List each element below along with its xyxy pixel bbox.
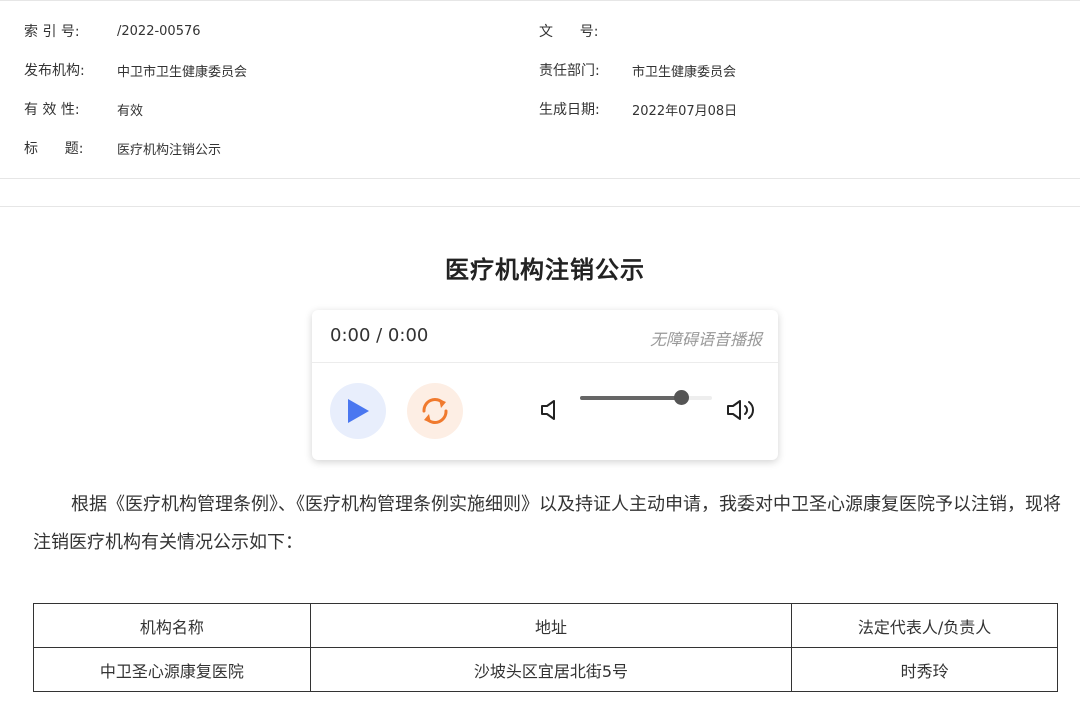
date-label: 生成日期: xyxy=(539,102,600,118)
table-header-cell: 地址 xyxy=(309,603,793,648)
index-label: 索 引 号: xyxy=(24,24,80,40)
table-header-row: 机构名称 地址 法定代表人/负责人 xyxy=(33,603,1058,648)
volume-low-icon[interactable] xyxy=(540,398,562,422)
table-cell: 沙坡头区宜居北街5号 xyxy=(309,647,793,692)
date-value: 2022年07月08日 xyxy=(632,103,738,119)
meta-row: 标 题: 医疗机构注销公示 xyxy=(0,138,1080,158)
publisher-value: 中卫市卫生健康委员会 xyxy=(117,64,248,80)
play-button[interactable] xyxy=(330,383,386,439)
title-label: 标 题: xyxy=(24,141,84,157)
validity-value: 有效 xyxy=(117,103,144,119)
volume-slider-fill xyxy=(580,396,682,400)
institution-table: 机构名称 地址 法定代表人/负责人 中卫圣心源康复医院 沙坡头区宜居北街5号 时… xyxy=(33,603,1058,692)
article-title: 医疗机构注销公示 xyxy=(445,256,645,284)
table-row: 中卫圣心源康复医院 沙坡头区宜居北街5号 时秀玲 xyxy=(33,647,1058,692)
table-header-cell: 机构名称 xyxy=(33,603,311,648)
dept-label: 责任部门: xyxy=(539,63,600,79)
volume-slider[interactable] xyxy=(580,390,712,406)
accessibility-audio-label: 无障碍语音播报 xyxy=(649,330,762,349)
divider xyxy=(0,206,1080,207)
dept-value: 市卫生健康委员会 xyxy=(632,64,737,80)
table-cell: 时秀玲 xyxy=(791,647,1058,692)
loop-button[interactable] xyxy=(407,383,463,439)
play-icon xyxy=(348,399,369,423)
index-value: /2022-00576 xyxy=(117,23,201,39)
meta-row: 有 效 性: 有效 生成日期: 2022年07月08日 xyxy=(0,99,1080,119)
doc-no-label: 文 号: xyxy=(539,24,599,40)
title-value: 医疗机构注销公示 xyxy=(117,142,222,158)
table-header-cell: 法定代表人/负责人 xyxy=(791,603,1058,648)
validity-label: 有 效 性: xyxy=(24,102,80,118)
loop-icon xyxy=(422,398,448,424)
meta-row: 索 引 号: /2022-00576 文 号: xyxy=(0,21,1080,41)
audio-player: 0:00 / 0:00 无障碍语音播报 xyxy=(312,310,778,460)
publisher-label: 发布机构: xyxy=(24,63,85,79)
meta-row: 发布机构: 中卫市卫生健康委员会 责任部门: 市卫生健康委员会 xyxy=(0,60,1080,80)
volume-slider-thumb[interactable] xyxy=(674,390,690,405)
table-cell: 中卫圣心源康复医院 xyxy=(33,647,311,692)
player-header: 0:00 / 0:00 无障碍语音播报 xyxy=(312,310,778,363)
volume-high-icon[interactable] xyxy=(726,398,758,422)
time-display: 0:00 / 0:00 xyxy=(330,325,429,346)
metadata-panel: 索 引 号: /2022-00576 文 号: 发布机构: 中卫市卫生健康委员会… xyxy=(0,0,1080,179)
article-paragraph: 根据《医疗机构管理条例》、《医疗机构管理条例实施细则》以及持证人主动申请，我委对… xyxy=(33,494,1061,553)
